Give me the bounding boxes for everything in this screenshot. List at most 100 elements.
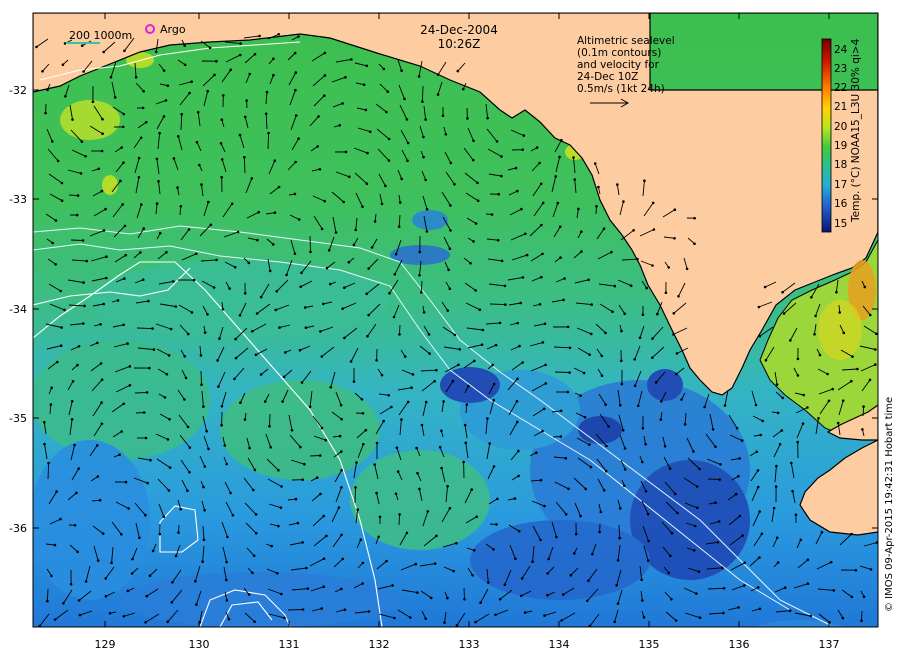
y-tick-label: -35 bbox=[9, 412, 27, 425]
velocity-arrow-head bbox=[559, 409, 563, 413]
velocity-arrow-head bbox=[623, 468, 627, 471]
velocity-arrow-head bbox=[500, 174, 503, 178]
velocity-arrow-head bbox=[520, 577, 524, 580]
velocity-arrow-head bbox=[113, 96, 117, 99]
velocity-arrow-head bbox=[850, 595, 854, 599]
velocity-arrow-head bbox=[838, 311, 841, 314]
velocity-arrow-head bbox=[478, 308, 482, 312]
velocity-arrow-head bbox=[390, 405, 393, 409]
velocity-arrow-head bbox=[303, 462, 306, 466]
velocity-arrow-head bbox=[320, 607, 324, 610]
velocity-arrow-head bbox=[698, 467, 701, 471]
velocity-arrow-head bbox=[481, 328, 485, 332]
velocity-arrow-head bbox=[355, 461, 358, 464]
velocity-arrow-head bbox=[400, 69, 403, 73]
colorbar-tick: 23 bbox=[834, 63, 847, 75]
x-tick-labels: 129 130 131 132 133 134 135 136 137 bbox=[95, 638, 840, 651]
velocity-arrow-head bbox=[446, 309, 450, 312]
velocity-arrow-head bbox=[122, 615, 126, 618]
velocity-arrow-head bbox=[763, 285, 767, 289]
velocity-arrow-head bbox=[172, 157, 176, 160]
velocity-arrow-head bbox=[167, 489, 171, 492]
velocity-arrow-head bbox=[73, 443, 76, 447]
velocity-arrow-head bbox=[543, 322, 547, 326]
velocity-arrow-head bbox=[171, 581, 174, 584]
velocity-arrow-head bbox=[134, 75, 138, 79]
velocity-arrow-head bbox=[84, 155, 87, 158]
velocity-arrow-head bbox=[741, 534, 744, 537]
velocity-arrow-head bbox=[183, 44, 186, 47]
colorbar-scale bbox=[821, 38, 832, 233]
velocity-arrow-head bbox=[474, 222, 478, 225]
velocity-arrow-head bbox=[126, 589, 130, 593]
velocity-arrow-head bbox=[76, 550, 79, 554]
velocity-arrow-head bbox=[490, 213, 494, 216]
velocity-arrow-head bbox=[633, 358, 636, 361]
velocity-arrow-head bbox=[319, 330, 322, 333]
velocity-arrow-head bbox=[387, 137, 391, 141]
velocity-arrow-head bbox=[393, 273, 397, 276]
velocity-arrow-head bbox=[538, 161, 541, 165]
velocity-arrow-head bbox=[519, 301, 522, 305]
velocity-arrow-head bbox=[539, 538, 542, 542]
velocity-arrow-head bbox=[600, 354, 604, 358]
credit-text: © IMOS 09-Apr-2015 19:42:31 Hobart time bbox=[884, 397, 895, 612]
velocity-arrow-head bbox=[96, 475, 100, 478]
velocity-arrow-head bbox=[297, 35, 300, 38]
velocity-arrow-head bbox=[756, 469, 760, 472]
velocity-arrow-head bbox=[558, 225, 562, 229]
x-tick-label: 131 bbox=[279, 638, 300, 651]
velocity-arrow-head bbox=[588, 353, 591, 357]
velocity-arrow-head bbox=[380, 202, 384, 206]
velocity-arrow-head bbox=[203, 331, 207, 334]
velocity-arrow-head bbox=[783, 586, 787, 589]
velocity-arrow-head bbox=[254, 513, 258, 516]
velocity-arrow-head bbox=[97, 167, 100, 171]
colorbar-tick: 15 bbox=[834, 218, 847, 230]
velocity-arrow-head bbox=[320, 227, 324, 231]
velocity-arrow-head bbox=[406, 159, 409, 162]
velocity-arrow-head bbox=[366, 151, 369, 155]
velocity-arrow-head bbox=[252, 554, 256, 558]
velocity-arrow-head bbox=[693, 524, 697, 528]
velocity-arrow-head bbox=[259, 295, 263, 299]
scale-bar: 200 1000m bbox=[66, 29, 132, 44]
velocity-arrow-head bbox=[546, 572, 549, 575]
velocity-arrow-head bbox=[386, 90, 390, 93]
velocity-arrow-head bbox=[361, 412, 365, 415]
velocity-arrow-head bbox=[293, 51, 297, 55]
velocity-arrow-head bbox=[293, 192, 297, 196]
velocity-arrow-head bbox=[164, 99, 168, 102]
velocity-arrow-head bbox=[304, 326, 308, 330]
velocity-arrow-head bbox=[375, 491, 378, 495]
velocity-arrow-head bbox=[142, 89, 145, 93]
velocity-arrow-head bbox=[186, 489, 189, 493]
velocity-arrow-head bbox=[319, 492, 322, 496]
velocity-arrow-head bbox=[245, 99, 248, 102]
velocity-arrow-head bbox=[380, 373, 384, 377]
velocity-arrow-head bbox=[102, 302, 105, 306]
velocity-arrow-head bbox=[81, 239, 85, 242]
velocity-arrow-head bbox=[166, 84, 170, 87]
velocity-arrow-head bbox=[243, 292, 247, 295]
velocity-arrow-head bbox=[476, 199, 480, 203]
velocity-arrow-head bbox=[59, 344, 63, 348]
velocity-arrow-head bbox=[373, 220, 377, 223]
velocity-arrow-head bbox=[424, 617, 428, 620]
velocity-arrow-head bbox=[646, 559, 650, 562]
velocity-arrow-head bbox=[278, 326, 281, 329]
velocity-arrow-head bbox=[525, 253, 529, 257]
velocity-arrow-head bbox=[622, 200, 625, 203]
velocity-arrow-head bbox=[435, 368, 438, 372]
velocity-arrow-head bbox=[203, 465, 207, 468]
velocity-arrow-head bbox=[562, 593, 565, 596]
velocity-arrow-head bbox=[495, 523, 498, 526]
velocity-arrow-head bbox=[863, 285, 867, 289]
velocity-arrow-head bbox=[674, 492, 677, 496]
velocity-arrow-head bbox=[758, 510, 761, 513]
velocity-arrow-head bbox=[542, 407, 546, 411]
velocity-arrow-head bbox=[215, 258, 218, 262]
velocity-arrow-head bbox=[301, 608, 305, 611]
velocity-arrow-head bbox=[352, 380, 356, 383]
velocity-arrow-head bbox=[375, 441, 379, 445]
